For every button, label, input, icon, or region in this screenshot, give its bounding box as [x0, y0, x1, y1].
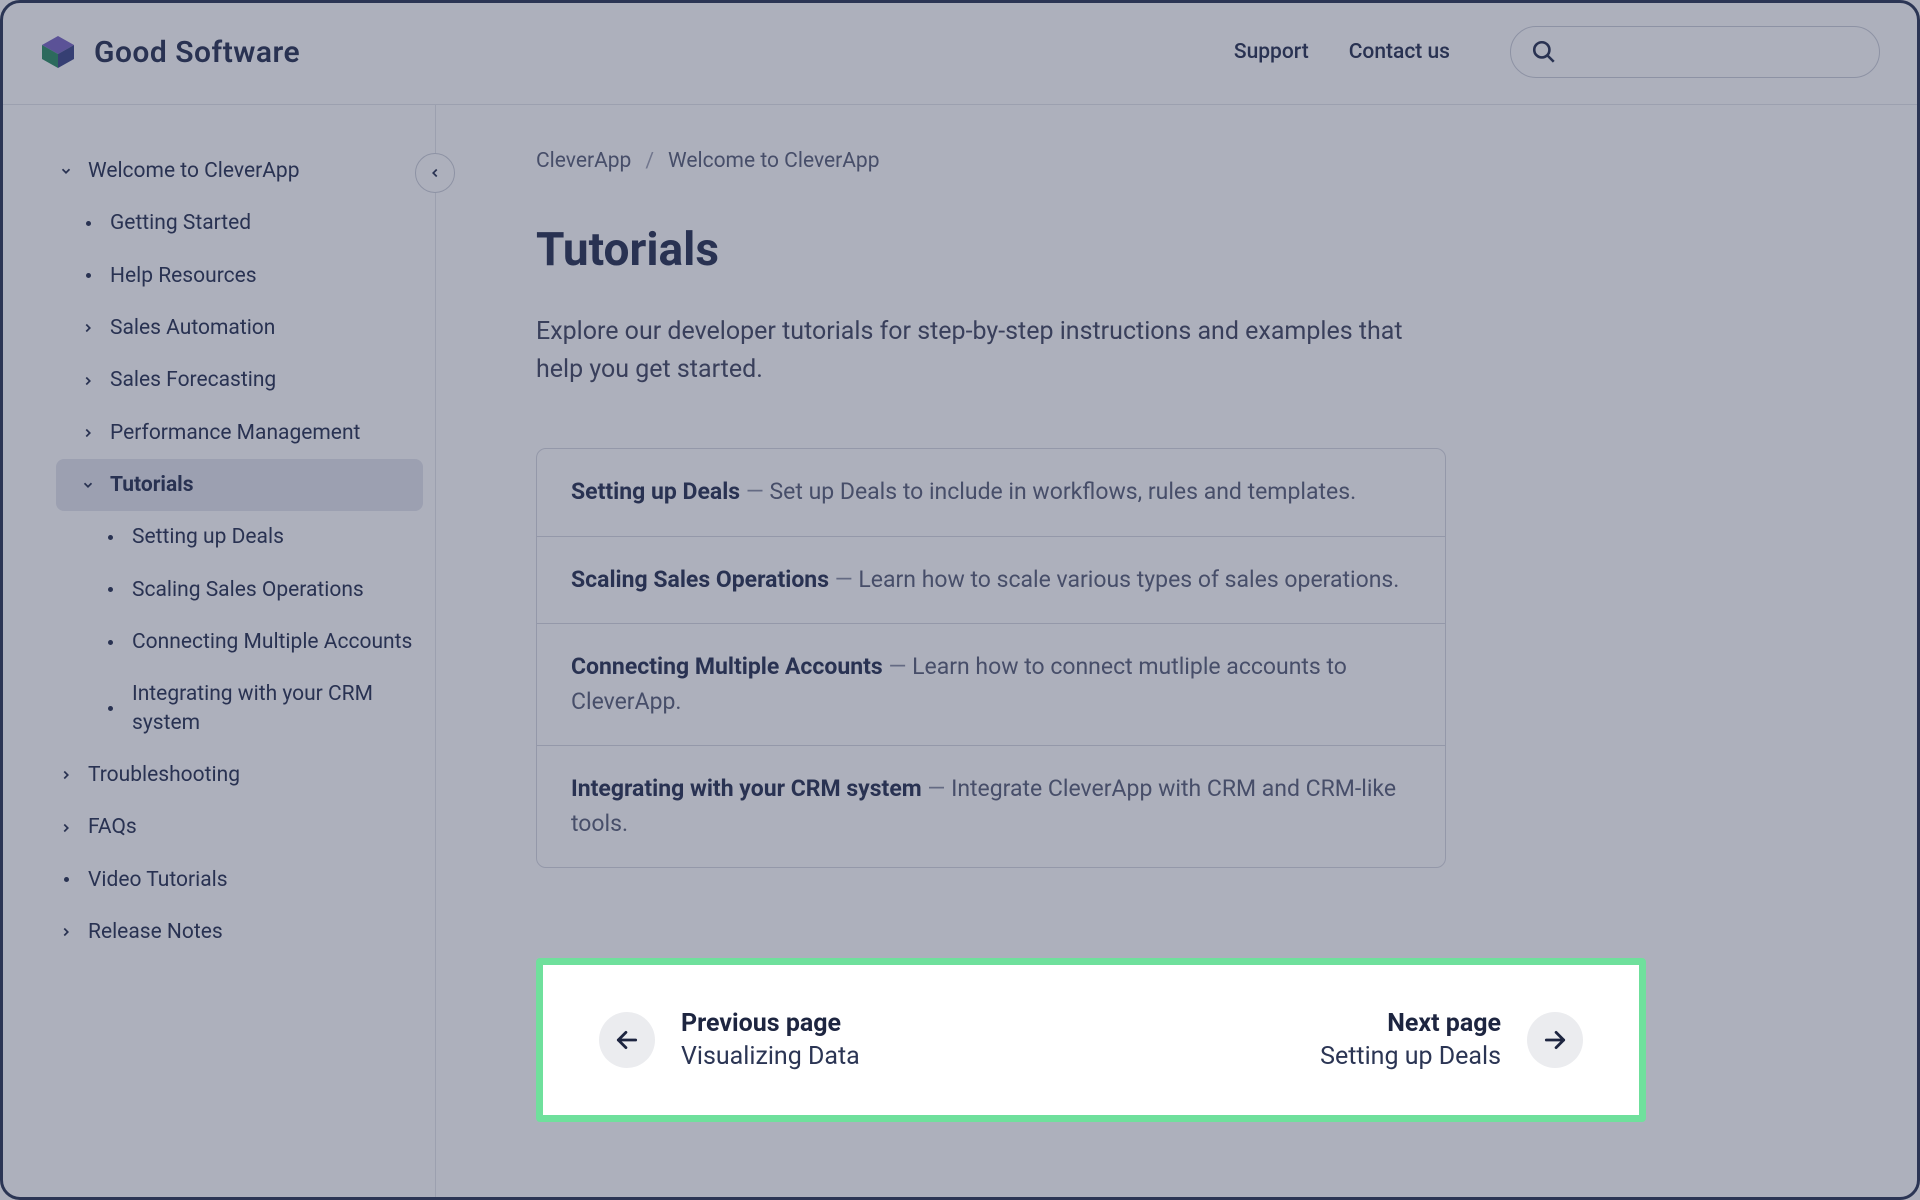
- sidebar-item-label: Release Notes: [88, 918, 417, 946]
- separator: —: [883, 653, 912, 680]
- tutorial-title: Scaling Sales Operations: [571, 566, 829, 593]
- sidebar-item-label: Sales Forecasting: [110, 366, 417, 394]
- tutorial-title: Setting up Deals: [571, 478, 740, 505]
- tutorial-title: Connecting Multiple Accounts: [571, 653, 883, 680]
- sidebar-item[interactable]: Help Resources: [56, 250, 435, 302]
- brand-name: Good Software: [94, 35, 300, 70]
- sidebar-item-label: Integrating with your CRM system: [132, 680, 417, 737]
- breadcrumb-separator: /: [645, 149, 654, 173]
- logo-icon: [40, 34, 76, 70]
- brand[interactable]: Good Software: [40, 34, 300, 70]
- sidebar-item-label: Help Resources: [110, 262, 417, 290]
- header-link-support[interactable]: Support: [1234, 40, 1309, 64]
- sidebar-item[interactable]: Troubleshooting: [56, 749, 435, 801]
- next-label: Next page: [1320, 1009, 1501, 1038]
- bullet-icon: [100, 535, 120, 540]
- bullet-icon: [78, 273, 98, 278]
- sidebar: Welcome to CleverApp Getting Started Help …: [0, 105, 436, 1200]
- breadcrumb-item[interactable]: Welcome to CleverApp: [668, 149, 880, 173]
- tutorial-list: Setting up Deals — Set up Deals to inclu…: [536, 448, 1446, 868]
- bullet-icon: [56, 877, 76, 882]
- arrow-left-icon: [599, 1012, 655, 1068]
- prev-title: Visualizing Data: [681, 1042, 860, 1071]
- search-icon: [1531, 39, 1557, 65]
- sidebar-item-label: FAQs: [88, 813, 417, 841]
- sidebar-item-label: Troubleshooting: [88, 761, 417, 789]
- arrow-right-icon: [1527, 1012, 1583, 1068]
- tutorial-row[interactable]: Connecting Multiple Accounts — Learn how…: [537, 624, 1445, 746]
- sidebar-item[interactable]: Getting Started: [56, 197, 435, 249]
- bullet-icon: [100, 587, 120, 592]
- sidebar-item[interactable]: Integrating with your CRM system: [56, 668, 435, 749]
- main-content: CleverApp / Welcome to CleverApp Tutoria…: [436, 105, 1920, 1200]
- sidebar-item-label: Tutorials: [110, 471, 405, 499]
- header-link-contact[interactable]: Contact us: [1349, 40, 1450, 64]
- sidebar-item-label: Welcome to CleverApp: [88, 157, 417, 185]
- chevron-down-icon: [56, 164, 76, 178]
- sidebar-item[interactable]: Setting up Deals: [56, 511, 435, 563]
- next-title: Setting up Deals: [1320, 1042, 1501, 1071]
- sidebar-item[interactable]: Sales Forecasting: [56, 354, 435, 406]
- tutorial-title: Integrating with your CRM system: [571, 775, 922, 802]
- sidebar-item[interactable]: Release Notes: [56, 906, 435, 958]
- chevron-right-icon: [78, 426, 98, 440]
- sidebar-item[interactable]: Scaling Sales Operations: [56, 564, 435, 616]
- sidebar-item-label: Getting Started: [110, 209, 417, 237]
- tutorial-description: Learn how to scale various types of sale…: [858, 566, 1399, 593]
- sidebar-item-label: Scaling Sales Operations: [132, 576, 417, 604]
- tutorial-row[interactable]: Integrating with your CRM system — Integ…: [537, 746, 1445, 867]
- chevron-right-icon: [78, 374, 98, 388]
- sidebar-item[interactable]: Video Tutorials: [56, 854, 435, 906]
- sidebar-item-label: Connecting Multiple Accounts: [132, 628, 417, 656]
- chevron-down-icon: [78, 478, 98, 492]
- sidebar-item-label: Setting up Deals: [132, 523, 417, 551]
- sidebar-item[interactable]: FAQs: [56, 801, 435, 853]
- sidebar-item[interactable]: Welcome to CleverApp: [56, 145, 435, 197]
- previous-page-link[interactable]: Previous page Visualizing Data: [599, 1009, 860, 1071]
- chevron-right-icon: [56, 925, 76, 939]
- sidebar-item-label: Sales Automation: [110, 314, 417, 342]
- breadcrumb: CleverApp / Welcome to CleverApp: [536, 149, 1800, 173]
- bullet-icon: [78, 221, 98, 226]
- chevron-right-icon: [56, 821, 76, 835]
- chevron-right-icon: [78, 321, 98, 335]
- sidebar-item[interactable]: Connecting Multiple Accounts: [56, 616, 435, 668]
- breadcrumb-item[interactable]: CleverApp: [536, 149, 631, 173]
- page-lead: Explore our developer tutorials for step…: [536, 313, 1406, 388]
- sidebar-item[interactable]: Tutorials: [56, 459, 423, 511]
- sidebar-item-label: Video Tutorials: [88, 866, 417, 894]
- page-navigation: Previous page Visualizing Data Next page…: [536, 958, 1646, 1122]
- prev-label: Previous page: [681, 1009, 860, 1038]
- sidebar-item[interactable]: Performance Management: [56, 407, 435, 459]
- page-title: Tutorials: [536, 223, 1800, 277]
- tutorial-description: Set up Deals to include in workflows, ru…: [769, 478, 1356, 505]
- sidebar-item[interactable]: Sales Automation: [56, 302, 435, 354]
- sidebar-item-label: Performance Management: [110, 419, 417, 447]
- header: Good Software Support Contact us: [0, 0, 1920, 105]
- bullet-icon: [100, 640, 120, 645]
- next-page-link[interactable]: Next page Setting up Deals: [1320, 1009, 1583, 1071]
- chevron-right-icon: [56, 768, 76, 782]
- separator: —: [922, 775, 951, 802]
- separator: —: [829, 566, 858, 593]
- sidebar-collapse-button[interactable]: [415, 153, 455, 193]
- bullet-icon: [100, 706, 120, 711]
- tutorial-row[interactable]: Setting up Deals — Set up Deals to inclu…: [537, 449, 1445, 537]
- separator: —: [740, 478, 769, 505]
- search-input[interactable]: [1510, 26, 1880, 78]
- tutorial-row[interactable]: Scaling Sales Operations — Learn how to …: [537, 537, 1445, 625]
